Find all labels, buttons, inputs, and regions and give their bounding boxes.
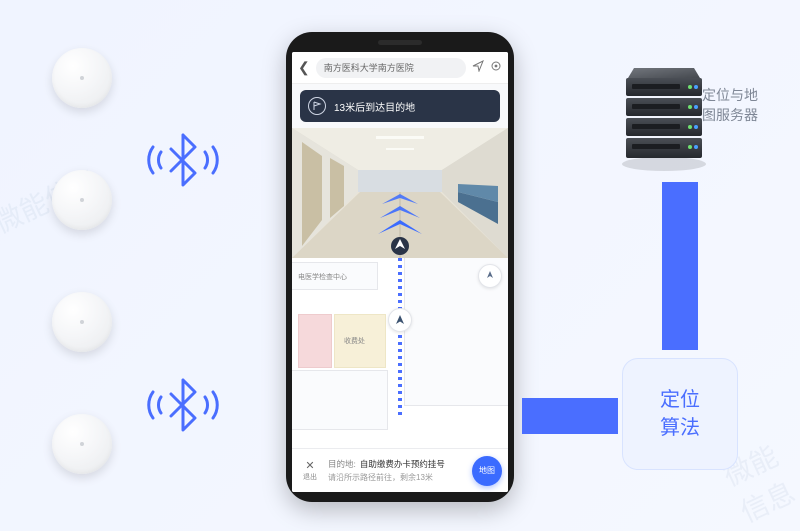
map-heading-indicator [388, 308, 412, 332]
location-text: 南方医科大学南方医院 [324, 61, 414, 74]
phone-screen: ❮ 南方医科大学南方医院 13米后到达目的地 [292, 52, 508, 492]
beacon-column [52, 48, 112, 474]
bidirectional-arrow-horizontal [522, 398, 618, 434]
bluetooth-signal-icon [140, 125, 226, 195]
close-icon: ✕ [305, 459, 314, 472]
ar-direction-chevrons [376, 192, 424, 256]
nav-arrow-icon[interactable] [472, 60, 484, 75]
positioning-algorithm-box: 定位 算法 [622, 358, 738, 470]
compass-button[interactable] [478, 264, 502, 288]
flag-icon [308, 97, 326, 115]
ble-beacon [52, 414, 112, 474]
server-icon [616, 64, 712, 172]
back-icon[interactable]: ❮ [298, 59, 310, 76]
dest-subtext: 请沿所示路径前往，剩余13米 [328, 472, 466, 483]
ar-corridor-view [292, 128, 508, 258]
map-fab-button[interactable]: 地图 [472, 456, 502, 486]
bidirectional-arrow-vertical [662, 182, 698, 350]
target-icon[interactable] [490, 60, 502, 75]
dest-label: 目的地: [328, 458, 356, 470]
algo-label: 定位 算法 [660, 386, 700, 442]
floor-map[interactable]: 电医学检查中心 收费处 [292, 258, 508, 448]
bottom-bar: ✕ 退出 目的地: 自助缴费办卡预约挂号 请沿所示路径前往，剩余13米 地图 [292, 448, 508, 492]
bluetooth-signal-icon [140, 370, 226, 440]
exit-label: 退出 [303, 472, 317, 482]
location-pill[interactable]: 南方医科大学南方医院 [316, 58, 466, 78]
exit-button[interactable]: ✕ 退出 [298, 459, 322, 482]
ble-beacon [52, 292, 112, 352]
dest-value: 自助缴费办卡预约挂号 [360, 458, 445, 470]
nav-banner: 13米后到达目的地 [300, 90, 500, 122]
banner-text: 13米后到达目的地 [334, 99, 415, 114]
server-label: 定位与地图服务器 [702, 86, 766, 125]
ble-beacon [52, 48, 112, 108]
phone-speaker [378, 40, 422, 45]
destination-info: 目的地: 自助缴费办卡预约挂号 请沿所示路径前往，剩余13米 [328, 458, 466, 483]
phone-mockup: ❮ 南方医科大学南方医院 13米后到达目的地 [286, 32, 514, 502]
room-label: 收费处 [344, 336, 365, 346]
map-fab-label: 地图 [479, 465, 495, 476]
app-header: ❮ 南方医科大学南方医院 [292, 52, 508, 84]
ble-beacon [52, 170, 112, 230]
